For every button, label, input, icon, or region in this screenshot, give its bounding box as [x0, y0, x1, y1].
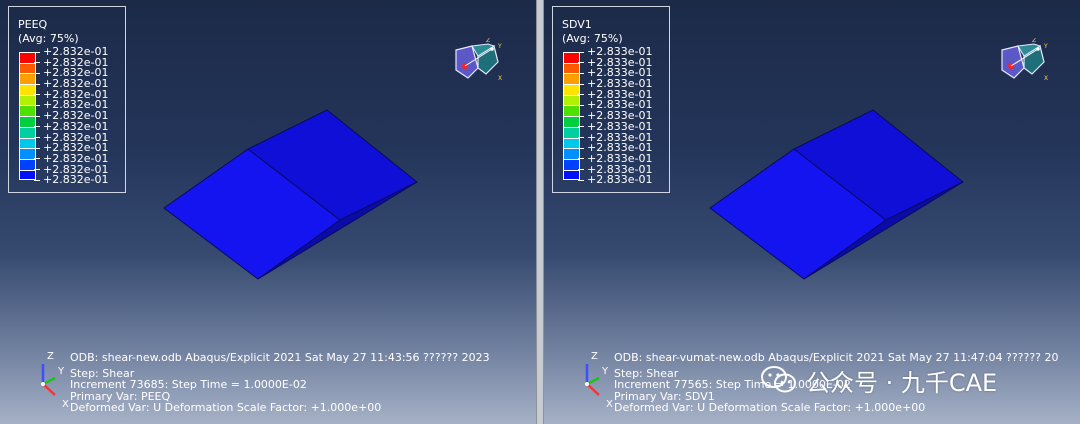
axis-x-label: X	[62, 399, 69, 410]
info-increment-line: Increment 73685: Step Time = 1.0000E-02	[70, 378, 307, 391]
svg-text:X: X	[498, 75, 502, 82]
info-odb-line: ODB: shear-new.odb Abaqus/Explicit 2021 …	[70, 351, 490, 364]
watermark-text: 公众号 · 九千CAE	[806, 368, 998, 397]
svg-text:Z: Z	[1032, 38, 1036, 44]
axis-x-label: X	[606, 399, 613, 410]
viewport-divider[interactable]	[536, 0, 544, 424]
svg-text:Z: Z	[486, 38, 490, 44]
legend-averaging: (Avg: 75%)	[562, 32, 623, 45]
wechat-logo-icon	[761, 366, 796, 393]
legend-values: +2.833e-01 +2.833e-01 +2.833e-01 +2.833e…	[578, 46, 652, 186]
viewport-left[interactable]: PEEQ (Avg: 75%) +2.832e-01 +2.832e-01 +2…	[0, 0, 536, 424]
axis-y-label: Y	[602, 366, 609, 377]
axis-z-label: Z	[591, 351, 598, 362]
svg-text:X: X	[1044, 75, 1048, 82]
viewport-info-block: ODB: shear-new.odb Abaqus/Explicit 2021 …	[70, 352, 490, 414]
axis-z-label: Z	[47, 351, 54, 362]
svg-text:Y: Y	[497, 43, 502, 50]
view-cube-triad-icon[interactable]: Z Y X	[994, 38, 1054, 88]
wechat-watermark: 公众号 · 九千CAE	[760, 362, 997, 398]
legend-variable: SDV1	[562, 18, 592, 31]
info-deformed-var-line: Deformed Var: U Deformation Scale Factor…	[614, 401, 926, 414]
viewport-right[interactable]: SDV1 (Avg: 75%) +2.833e-01 +2.833e-01 +2…	[544, 0, 1080, 424]
view-cube-triad-icon[interactable]: Z Y X	[448, 38, 508, 88]
svg-text:Y: Y	[1043, 43, 1048, 50]
deformed-block-model[interactable]	[160, 105, 420, 285]
deformed-block-model[interactable]	[706, 105, 966, 285]
axis-y-label: Y	[58, 366, 65, 377]
contour-legend: SDV1 (Avg: 75%) +2.833e-01 +2.833e-01 +2…	[552, 6, 670, 193]
legend-values: +2.832e-01 +2.832e-01 +2.832e-01 +2.832e…	[34, 46, 108, 186]
contour-legend: PEEQ (Avg: 75%) +2.832e-01 +2.832e-01 +2…	[8, 6, 126, 193]
info-deformed-var-line: Deformed Var: U Deformation Scale Factor…	[70, 401, 382, 414]
legend-value: +2.833e-01	[578, 174, 652, 186]
legend-value: +2.832e-01	[34, 174, 108, 186]
legend-variable: PEEQ	[18, 18, 48, 31]
legend-averaging: (Avg: 75%)	[18, 32, 79, 45]
